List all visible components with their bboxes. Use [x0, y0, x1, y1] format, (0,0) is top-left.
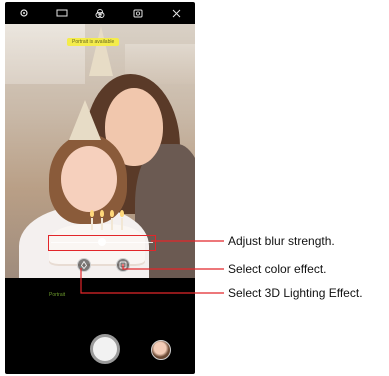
lighting-leader-line — [80, 268, 224, 294]
callout-adjust-blur: Adjust blur strength. — [228, 234, 335, 248]
page: Portrait is available Portrait Adjust bl… — [0, 0, 389, 376]
callout-3d-lighting: Select 3D Lighting Effect. — [228, 286, 363, 300]
color-leader-line — [122, 264, 224, 270]
callout-leader-lines — [80, 240, 224, 294]
callout-color-effect: Select color effect. — [228, 262, 327, 276]
